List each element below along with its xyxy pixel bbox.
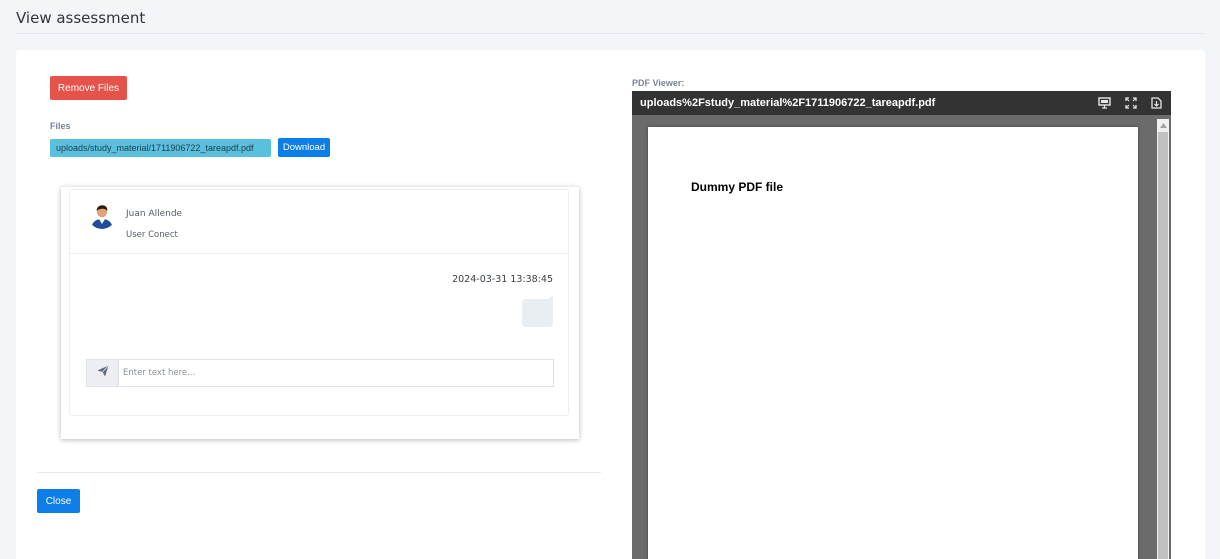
message-bubble (522, 295, 554, 327)
paper-plane-icon (97, 364, 109, 382)
message-input[interactable] (118, 359, 554, 387)
pdf-scrollbar[interactable] (1157, 119, 1169, 559)
user-status: User Conect (126, 230, 178, 240)
scroll-up-icon[interactable] (1157, 119, 1169, 131)
send-button[interactable] (86, 359, 118, 387)
avatar (88, 201, 116, 229)
pdf-viewer-label: PDF Viewer: (632, 78, 685, 88)
fullscreen-icon[interactable] (1124, 96, 1137, 109)
assessment-card: Remove Files Files uploads/study_materia… (16, 50, 1205, 559)
pdf-filename: uploads%2Fstudy_material%2F1711906722_ta… (640, 97, 936, 109)
chat-header: Juan Allende User Conect (70, 190, 568, 254)
message-composer (86, 359, 554, 387)
files-label: Files (50, 121, 71, 131)
user-name: Juan Allende (126, 209, 183, 219)
pdf-tools (1098, 96, 1163, 109)
download-icon[interactable] (1150, 96, 1163, 109)
pdf-viewer[interactable]: uploads%2Fstudy_material%2F1711906722_ta… (632, 91, 1171, 559)
pdf-page-text: Dummy PDF file (691, 180, 784, 194)
remove-files-button[interactable]: Remove Files (50, 76, 127, 100)
title-divider (16, 33, 1204, 34)
chat-panel: Juan Allende User Conect 2024-03-31 13:3… (61, 187, 579, 439)
page-title: View assessment (16, 9, 146, 27)
footer-divider (37, 472, 601, 473)
file-name-badge[interactable]: uploads/study_material/1711906722_tareap… (50, 139, 271, 157)
download-button[interactable]: Download (278, 138, 330, 157)
pdf-scroll-thumb[interactable] (1158, 132, 1168, 559)
chat-card: Juan Allende User Conect 2024-03-31 13:3… (69, 189, 569, 416)
message-timestamp: 2024-03-31 13:38:45 (452, 274, 553, 285)
pdf-document-area[interactable]: Dummy PDF file (632, 115, 1171, 559)
presentation-icon[interactable] (1098, 96, 1111, 109)
close-button[interactable]: Close (37, 489, 80, 513)
pdf-page: Dummy PDF file (648, 127, 1138, 559)
pdf-toolbar: uploads%2Fstudy_material%2F1711906722_ta… (632, 91, 1171, 115)
